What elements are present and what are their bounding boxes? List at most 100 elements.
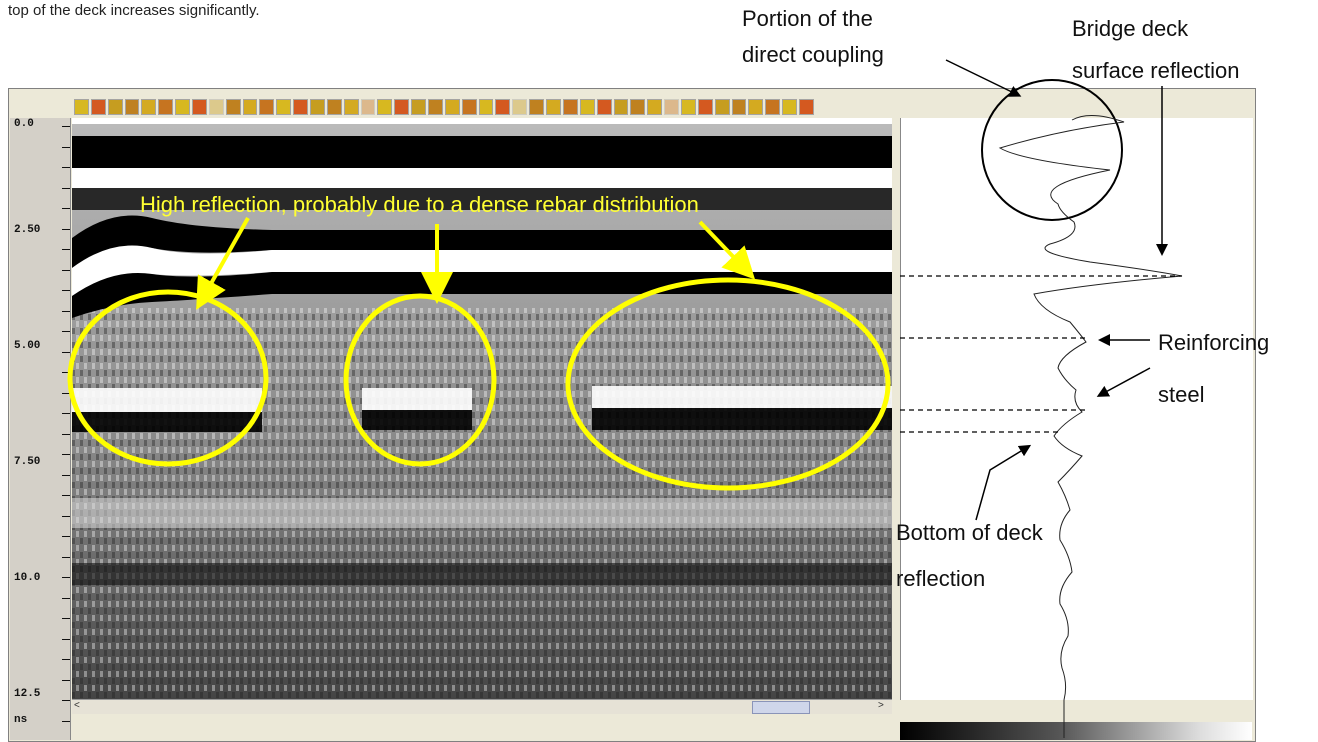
toolbar-tool-icon[interactable] (529, 99, 545, 115)
toolbar-tool-icon[interactable] (411, 99, 427, 115)
reinforcing-label-line1: Reinforcing (1158, 330, 1270, 355)
ruler-minor-tick (62, 351, 70, 353)
bridge-deck-label-line2: surface reflection (1072, 58, 1240, 83)
caption-text: top of the deck increases significantly. (8, 2, 260, 19)
toolbar-tool-icon[interactable] (596, 99, 612, 115)
toolbar-tool-icon[interactable] (444, 99, 460, 115)
direct-coupling-label-line1: Portion of the (742, 6, 873, 31)
toolbar-tool-icon[interactable] (360, 99, 376, 115)
toolbar-tool-icon[interactable] (478, 99, 494, 115)
ruler-minor-tick (62, 556, 70, 558)
toolbar-tool-icon[interactable] (512, 99, 528, 115)
toolbar-tool-icon[interactable] (107, 99, 123, 115)
toolbar-tool-icon[interactable] (495, 99, 511, 115)
toolbar-tool-icon[interactable] (461, 99, 477, 115)
toolbar-tool-icon[interactable] (613, 99, 629, 115)
toolbar-tool-icon[interactable] (428, 99, 443, 115)
toolbar-tool-icon[interactable] (664, 99, 679, 115)
toolbar-tool-icon[interactable] (276, 99, 292, 115)
ruler-minor-tick (62, 228, 70, 230)
ruler-minor-tick (62, 269, 70, 271)
scroll-thumb[interactable] (752, 701, 810, 714)
ruler-minor-tick (62, 392, 70, 394)
toolbar-tool-icon[interactable] (225, 99, 241, 115)
toolbar-tool-icon[interactable] (647, 99, 663, 115)
direct-coupling-label-line2: direct coupling (742, 42, 884, 67)
ruler-tick-0: 0.0 (14, 118, 34, 130)
toolbar-tool-icon[interactable] (293, 99, 309, 115)
ruler-minor-tick (62, 700, 70, 701)
toolbar-tool-icon[interactable] (377, 99, 393, 115)
ruler-minor-tick (62, 720, 70, 722)
ruler-minor-tick (62, 536, 70, 537)
ruler-minor-tick (62, 249, 70, 250)
amplitude-colorbar (900, 722, 1252, 740)
ruler-minor-tick (62, 474, 70, 476)
ruler-minor-tick (62, 187, 70, 189)
toolbar-tool-icon[interactable] (782, 99, 797, 115)
toolbar-tool-icon[interactable] (748, 99, 764, 115)
toolbar-tool-icon[interactable] (579, 99, 595, 115)
waveform-trace-panel (900, 118, 1253, 700)
ruler-minor-tick (62, 495, 70, 496)
toolbar-tool-icon[interactable] (90, 99, 106, 115)
time-ruler: 0.0 2.50 5.00 7.50 10.0 12.5 ns (10, 118, 71, 740)
toolbar-tool-icon[interactable] (192, 99, 207, 115)
ruler-minor-tick (62, 433, 70, 435)
ruler-minor-tick (62, 679, 70, 681)
toolbar-tool-icon[interactable] (208, 99, 224, 115)
scroll-right-icon[interactable]: > (878, 700, 884, 711)
toolbar-tool-icon[interactable] (242, 99, 258, 115)
toolbar (74, 97, 814, 117)
ruler-tick-4: 10.0 (14, 572, 41, 584)
horizontal-scrollbar[interactable]: < > (72, 699, 892, 714)
ruler-minor-tick (62, 310, 70, 312)
ruler-minor-tick (62, 659, 70, 660)
scroll-left-icon[interactable]: < (74, 700, 80, 711)
reinforcing-label-line2: steel (1158, 382, 1205, 407)
toolbar-tool-icon[interactable] (731, 99, 747, 115)
toolbar-tool-icon[interactable] (546, 99, 561, 115)
bottom-deck-label-line1: Bottom of deck (896, 520, 1043, 545)
toolbar-tool-icon[interactable] (141, 99, 157, 115)
ruler-minor-tick (62, 577, 70, 578)
toolbar-tool-icon[interactable] (630, 99, 646, 115)
toolbar-tool-icon[interactable] (680, 99, 696, 115)
ruler-minor-tick (62, 126, 70, 127)
toolbar-tool-icon[interactable] (310, 99, 325, 115)
ruler-tick-5: 12.5 (14, 688, 41, 700)
toolbar-tool-icon[interactable] (158, 99, 174, 115)
ruler-minor-tick (62, 618, 70, 619)
radargram-image (72, 118, 892, 700)
radargram-bands (72, 118, 892, 700)
ruler-minor-tick (62, 167, 70, 168)
toolbar-tool-icon[interactable] (124, 99, 140, 115)
toolbar-tool-icon[interactable] (326, 99, 342, 115)
bridge-deck-label-line1: Bridge deck (1072, 16, 1189, 41)
ruler-tick-2: 5.00 (14, 340, 41, 352)
ruler-minor-tick (62, 290, 70, 291)
ruler-tick-1: 2.50 (14, 224, 41, 236)
toolbar-tool-icon[interactable] (74, 99, 89, 115)
toolbar-tool-icon[interactable] (562, 99, 578, 115)
toolbar-tool-icon[interactable] (259, 99, 275, 115)
toolbar-tool-icon[interactable] (765, 99, 781, 115)
ruler-minor-tick (62, 208, 70, 209)
ruler-minor-tick (62, 331, 70, 332)
toolbar-tool-icon[interactable] (343, 99, 359, 115)
ruler-minor-tick (62, 372, 70, 373)
ruler-minor-tick (62, 638, 70, 640)
ruler-unit: ns (14, 714, 28, 726)
bottom-deck-label-line2: reflection (896, 566, 986, 588)
toolbar-tool-icon[interactable] (714, 99, 730, 115)
ruler-minor-tick (62, 597, 70, 599)
ruler-minor-tick (62, 454, 70, 455)
toolbar-tool-icon[interactable] (394, 99, 410, 115)
toolbar-tool-icon[interactable] (798, 99, 814, 115)
ruler-minor-tick (62, 515, 70, 517)
toolbar-tool-icon[interactable] (175, 99, 191, 115)
ruler-tick-3: 7.50 (14, 456, 41, 468)
toolbar-tool-icon[interactable] (697, 99, 713, 115)
ruler-minor-tick (62, 413, 70, 414)
ruler-minor-tick (62, 146, 70, 148)
